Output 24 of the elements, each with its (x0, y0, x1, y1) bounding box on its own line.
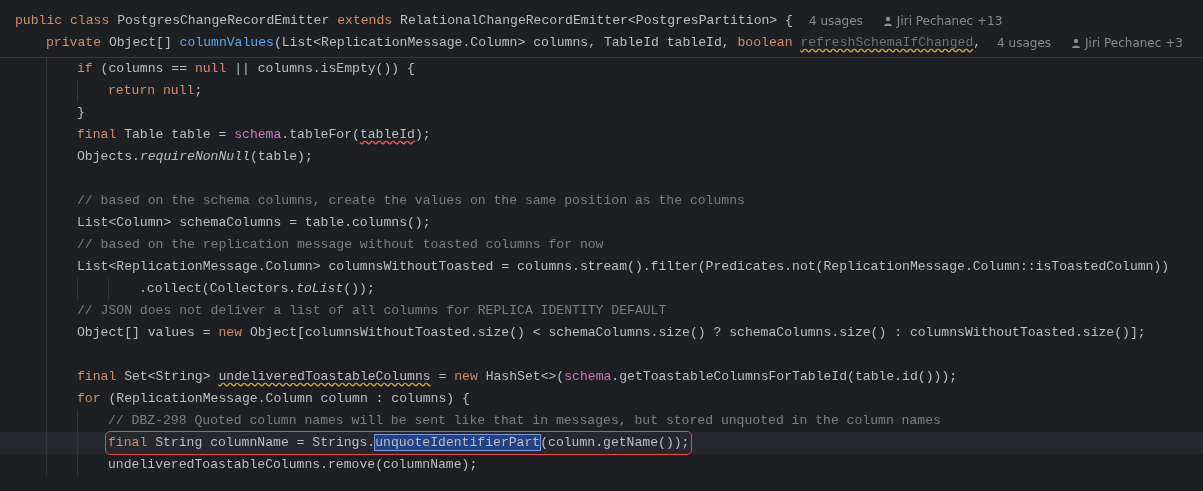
code-line: if (columns == null || columns.isEmpty()) { (77, 60, 415, 79)
code-line: Objects.requireNonNull(table); (77, 148, 313, 167)
author-hint[interactable]: Jiri Pechanec +3 (1085, 34, 1183, 52)
code-line: return null; (108, 82, 203, 101)
code-line: undeliveredToastableColumns.remove(columnName); (108, 456, 478, 475)
code-line: final Set<String> undeliveredToastableColumns = new HashSet<>(schema.getToastableColumnsForTableId(table.id())); (77, 368, 958, 387)
code-line: List<ReplicationMessage.Column> columnsWithoutToasted = columns.stream().filter(Predicates.not(ReplicationMessage.Column::isToastedColumn)) (77, 258, 1170, 277)
code-line: for (ReplicationMessage.Column column : columns) { (77, 390, 470, 409)
usages-hint[interactable]: 4 usages (997, 34, 1052, 52)
code-line: Object[] values = new Object[columnsWithoutToasted.size() < schemaColumns.size() ? schemaColumns.size() : columnsWithoutToasted.size()]; (77, 324, 1146, 343)
code-line: // JSON does not deliver a list of all columns for REPLICA IDENTITY DEFAULT (77, 302, 667, 321)
code-line: // based on the replication message without toasted columns for now (77, 236, 604, 255)
person-icon (1071, 38, 1082, 48)
code-line: // based on the schema columns, create the values on the same position as the columns (77, 192, 745, 211)
code-line: final Table table = schema.tableFor(tableId); (77, 126, 431, 145)
code-line: // DBZ-298 Quoted column names will be sent like that in messages, but stored unquoted in the column names (108, 412, 941, 431)
code-line: private Object[] columnValues(List<ReplicationMessage.Column> columns, TableId tableId, boolean refreshSchemaIfChanged, (46, 34, 982, 53)
code-line: .collect(Collectors.toList()); (139, 280, 375, 299)
code-line: } (77, 104, 85, 123)
author-hint[interactable]: Jiri Pechanec +13 (896, 12, 1003, 30)
person-icon (882, 16, 893, 26)
code-line: List<Column> schemaColumns = table.columns(); (77, 214, 431, 233)
code-line: public class PostgresChangeRecordEmitter extends RelationalChangeRecordEmitter<PostgresPartition> { (15, 12, 793, 31)
usages-hint[interactable]: 4 usages (808, 12, 863, 30)
